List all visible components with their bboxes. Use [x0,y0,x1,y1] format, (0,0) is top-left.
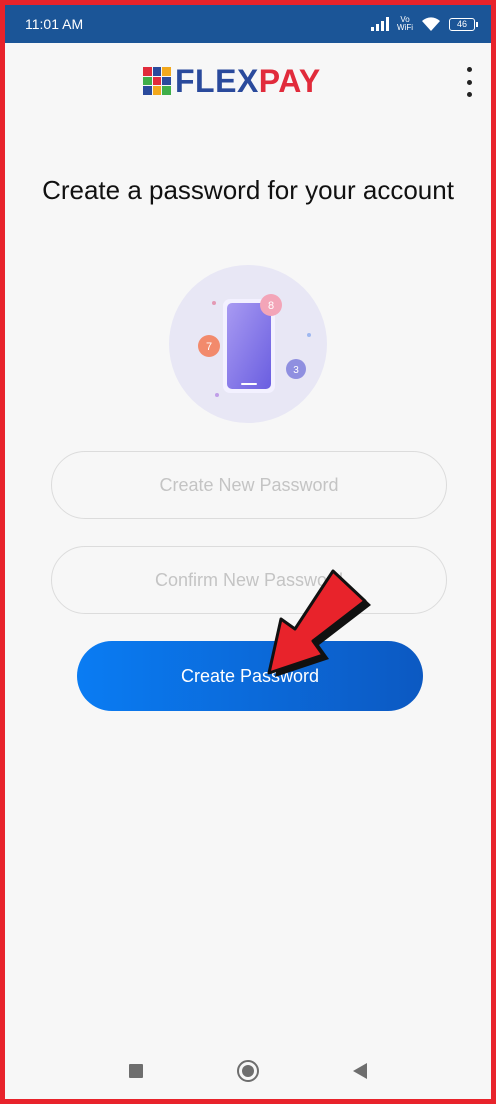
status-bar: 11:01 AM Vo WiFi 46 [5,5,491,43]
app-screen: 11:01 AM Vo WiFi 46 FLEXPAY Create a pas… [5,5,491,1099]
circle-icon[interactable] [236,1059,260,1083]
system-nav-bar [5,1043,491,1099]
signal-icon [371,17,389,31]
flexpay-logo: FLEXPAY [143,61,321,101]
triangle-back-icon[interactable] [352,1062,368,1080]
vowifi-indicator: Vo WiFi [397,15,413,32]
logo-wordmark: FLEXPAY [175,62,321,99]
page-title: Create a password for your account [42,175,454,205]
phone-illustration: 8 7 3 [169,265,327,423]
battery-icon: 46 [449,17,478,31]
badge-7: 7 [206,341,212,353]
square-icon[interactable] [128,1063,144,1079]
phone-icon: 8 7 3 [198,294,311,397]
new-password-input[interactable] [51,451,447,519]
logo-mark-icon [143,67,171,95]
create-password-button[interactable]: Create Password [77,641,423,711]
wifi-icon [422,17,440,31]
badge-3: 3 [293,365,299,376]
badge-8: 8 [268,300,274,312]
more-vert-icon[interactable] [463,67,475,97]
status-icons: Vo WiFi 46 [371,15,478,32]
confirm-password-input[interactable] [51,546,447,614]
status-time: 11:01 AM [25,16,84,32]
